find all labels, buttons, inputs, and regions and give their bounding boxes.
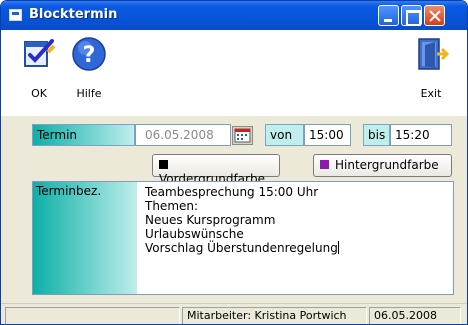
bis-time-field[interactable]: 15:20 — [390, 124, 452, 146]
toolbar: OK ? Hilfe Exit — [1, 30, 467, 116]
minimize-button[interactable] — [378, 5, 399, 26]
close-button[interactable] — [424, 5, 445, 26]
status-cell-empty — [5, 307, 180, 324]
calendar-icon[interactable] — [232, 126, 253, 145]
exit-label: Exit — [420, 87, 442, 100]
foreground-color-button[interactable]: Vordergrundfarbe — [152, 154, 280, 186]
window-title: Blocktermin — [29, 7, 118, 22]
door-exit-icon — [418, 38, 450, 70]
help-button[interactable]: ? Hilfe — [69, 36, 109, 100]
background-label: Hintergrundfarbe — [335, 158, 439, 172]
question-icon: ? — [72, 37, 106, 71]
status-bar: Mitarbeiter: Kristina Portwich 06.05.200… — [1, 303, 467, 324]
foreground-swatch — [159, 160, 168, 169]
background-color-button[interactable]: Hintergrundfarbe — [313, 154, 452, 177]
window-icon — [9, 9, 22, 21]
description-area[interactable]: Terminbez. Teambesprechung 15:00 Uhr The… — [32, 181, 454, 295]
description-line: Themen: — [145, 199, 199, 213]
exit-button[interactable]: Exit — [411, 36, 451, 100]
ok-button[interactable]: OK — [19, 36, 59, 100]
background-swatch — [320, 160, 329, 169]
notepad-check-icon — [24, 39, 56, 67]
description-line: Vorschlag Überstundenregelung — [145, 241, 338, 255]
termin-label: Termin — [32, 124, 135, 146]
blocktermin-window: Blocktermin OK ? Hilfe Exit Termin 06.05… — [0, 0, 468, 325]
text-caret — [337, 241, 339, 254]
description-line: Neues Kursprogramm — [145, 213, 276, 227]
description-text[interactable]: Teambesprechung 15:00 Uhr Themen: Neues … — [145, 185, 339, 255]
von-label: von — [265, 124, 304, 146]
description-line-last: Vorschlag Überstundenregelung — [145, 241, 339, 255]
help-label: Hilfe — [76, 87, 102, 100]
maximize-button[interactable] — [401, 5, 422, 26]
status-employee: Mitarbeiter: Kristina Portwich — [182, 307, 367, 324]
von-time-field[interactable]: 15:00 — [304, 124, 351, 146]
termin-row: Termin 06.05.2008 von 15:00 bis 15:20 — [32, 124, 454, 149]
svg-text:?: ? — [83, 43, 96, 68]
ok-label: OK — [31, 87, 47, 100]
description-label: Terminbez. — [33, 182, 137, 294]
bis-label: bis — [363, 124, 390, 146]
status-date: 06.05.2008 — [369, 307, 461, 324]
date-field[interactable]: 06.05.2008 — [135, 124, 231, 146]
title-bar[interactable]: Blocktermin — [1, 1, 467, 30]
description-line: Urlaubswünsche — [145, 227, 244, 241]
description-line: Teambesprechung 15:00 Uhr — [145, 185, 319, 199]
